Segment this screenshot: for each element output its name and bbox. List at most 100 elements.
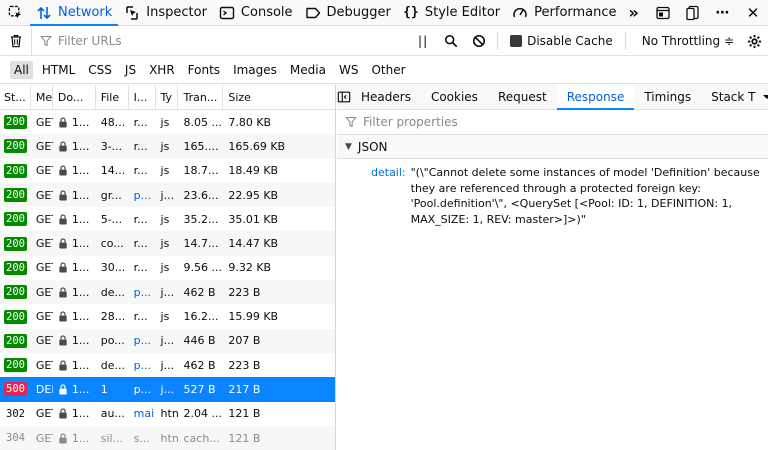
throttling-select[interactable]: No Throttling ≑ xyxy=(630,27,740,56)
type-filter-ws[interactable]: WS xyxy=(335,61,362,79)
tab-style-editor-label: Style Editor xyxy=(424,5,501,20)
domain-text: 1... xyxy=(71,407,90,421)
disable-cache-checkbox[interactable]: Disable Cache xyxy=(502,34,621,48)
cell-domain: 1... xyxy=(53,159,96,183)
cell-initiator[interactable]: r... xyxy=(129,134,156,158)
type-filter-all[interactable]: All xyxy=(10,61,33,79)
cell-status: 200 xyxy=(0,329,31,353)
more-tools-button[interactable]: » xyxy=(623,0,645,26)
type-filter-xhr[interactable]: XHR xyxy=(145,61,179,79)
lock-icon xyxy=(59,214,67,225)
table-row[interactable]: 200 GET 1... 48...r... js 8.05 ... 7.80 KB xyxy=(0,110,335,134)
cell-initiator[interactable]: r... xyxy=(129,207,156,231)
dock-options-button[interactable] xyxy=(678,0,708,26)
network-settings-button[interactable] xyxy=(740,27,768,56)
column-type[interactable]: Ty xyxy=(156,85,179,109)
type-filter-other[interactable]: Other xyxy=(367,61,409,79)
table-row[interactable]: 200 GET 1... gr... p... j... 23.6... 22.95 KB xyxy=(0,182,335,208)
type-filter-css[interactable]: CSS xyxy=(84,61,116,79)
cell-initiator[interactable]: r... xyxy=(129,231,156,255)
more-frames-button[interactable] xyxy=(648,0,678,26)
table-row[interactable]: 200 GET 1... 14...r... js 18.7... 18.49 KB xyxy=(0,159,335,183)
cell-initiator[interactable]: p... xyxy=(129,353,156,377)
toggle-panel-button[interactable] xyxy=(337,85,351,110)
table-row[interactable]: 200 GET 1... 5-... r... js 35.2... 35.01 KB xyxy=(0,207,335,231)
column-domain[interactable]: Do... xyxy=(53,85,96,109)
type-filter-images[interactable]: Images xyxy=(229,61,281,79)
domain-text: 1... xyxy=(71,358,90,372)
clear-button[interactable] xyxy=(0,26,32,56)
type-filter-media[interactable]: Media xyxy=(286,61,330,79)
tab-request[interactable]: Request xyxy=(488,85,557,110)
tab-style-editor[interactable]: {} Style Editor xyxy=(397,0,506,26)
debugger-icon xyxy=(305,5,321,21)
filter-properties-input[interactable] xyxy=(363,115,663,129)
column-size[interactable]: Size xyxy=(223,85,335,109)
cell-initiator[interactable]: r... xyxy=(129,159,156,183)
close-toolbox-button[interactable]: ✕ xyxy=(738,0,768,26)
type-filter-html[interactable]: HTML xyxy=(38,61,79,79)
tab-stack-trace[interactable]: Stack T xyxy=(701,85,757,110)
cell-initiator[interactable]: s... xyxy=(129,426,156,450)
column-transferred[interactable]: Tran... xyxy=(178,85,224,109)
column-status[interactable]: St... xyxy=(0,85,31,109)
element-picker-button[interactable] xyxy=(0,0,30,26)
tab-performance[interactable]: Performance xyxy=(506,0,622,26)
search-button[interactable] xyxy=(437,27,465,56)
cell-initiator[interactable]: r... xyxy=(129,304,156,328)
cell-file: 28... xyxy=(100,310,126,324)
tab-headers[interactable]: Headers xyxy=(351,85,421,110)
pause-button[interactable]: || xyxy=(409,27,437,56)
cell-type: j... xyxy=(160,382,175,396)
table-row[interactable]: 500 DEL 1... 1 p... j... 527 B 217 B xyxy=(0,377,335,402)
cell-domain: 1... xyxy=(53,207,96,231)
lock-icon xyxy=(59,408,67,419)
block-button[interactable] xyxy=(465,27,493,56)
status-badge: 200 xyxy=(4,260,27,275)
table-row[interactable]: 304 GET 1... sil... s... htn cach... 121 B xyxy=(0,425,335,450)
tab-network[interactable]: Network xyxy=(30,0,119,26)
cell-initiator[interactable]: p... xyxy=(129,183,156,207)
table-row[interactable]: 200 GET 1... de... p... j... 462 B 223 B xyxy=(0,353,335,377)
request-type-filters: All HTML CSS JS XHR Fonts Images Media W… xyxy=(0,57,768,84)
tab-console[interactable]: Console xyxy=(213,0,299,26)
table-row[interactable]: 200 GET 1... 30...r... js 9.56 ... 9.32 KB xyxy=(0,256,335,280)
table-row[interactable]: 302 GET 1... au... maihtn 2.04 ... 121 B xyxy=(0,402,335,426)
filter-icon xyxy=(345,116,357,128)
cell-initiator[interactable]: r... xyxy=(129,110,156,134)
cell-initiator[interactable]: mai xyxy=(129,402,156,426)
tab-cookies[interactable]: Cookies xyxy=(421,85,488,110)
toolbar-right-controls: || Disable Cache No Throttling ≑ xyxy=(409,27,768,56)
cell-size: 7.80 KB xyxy=(228,115,272,129)
status-badge: 200 xyxy=(4,285,27,300)
caret-down-icon: ▼ xyxy=(345,141,352,152)
lock-icon xyxy=(59,287,67,298)
cell-initiator[interactable]: p... xyxy=(129,377,156,401)
column-file[interactable]: File xyxy=(96,85,129,109)
json-section-header[interactable]: ▼ JSON xyxy=(337,135,768,159)
table-row[interactable]: 200 GET 1... 28...r... js 16.2... 15.99 KB xyxy=(0,304,335,328)
type-filter-fonts[interactable]: Fonts xyxy=(184,61,224,79)
tab-inspector[interactable]: Inspector xyxy=(118,0,213,26)
cell-initiator[interactable]: p... xyxy=(129,329,156,353)
tab-response[interactable]: Response xyxy=(556,84,635,110)
table-row[interactable]: 200 GET 1... po... p... j... 446 B 207 B xyxy=(0,328,335,353)
column-method[interactable]: Me xyxy=(31,85,53,109)
type-filter-js[interactable]: JS xyxy=(121,61,140,79)
table-row[interactable]: 200 GET 1... de... p... j... 462 B 223 B xyxy=(0,280,335,305)
status-badge: 200 xyxy=(4,333,27,348)
table-row[interactable]: 200 GET 1... 3-... r... js 165.... 165.69 KB xyxy=(0,134,335,159)
cell-status: 200 xyxy=(0,304,31,328)
cell-transferred: 2.04 ... xyxy=(183,407,222,421)
tab-timings[interactable]: Timings xyxy=(634,85,701,110)
cell-size: 35.01 KB xyxy=(228,212,279,226)
filter-urls-input[interactable] xyxy=(58,34,358,48)
table-row[interactable]: 200 GET 1... co... r... js 14.7... 14.47 KB xyxy=(0,231,335,256)
column-initiator[interactable]: I... xyxy=(129,85,156,109)
options-menu-button[interactable]: ⋯ xyxy=(708,0,738,26)
tab-debugger[interactable]: Debugger xyxy=(299,0,397,26)
lock-icon xyxy=(59,189,67,201)
more-tabs-button[interactable] xyxy=(758,85,768,110)
cell-initiator[interactable]: p... xyxy=(129,280,156,304)
cell-initiator[interactable]: r... xyxy=(129,256,156,280)
